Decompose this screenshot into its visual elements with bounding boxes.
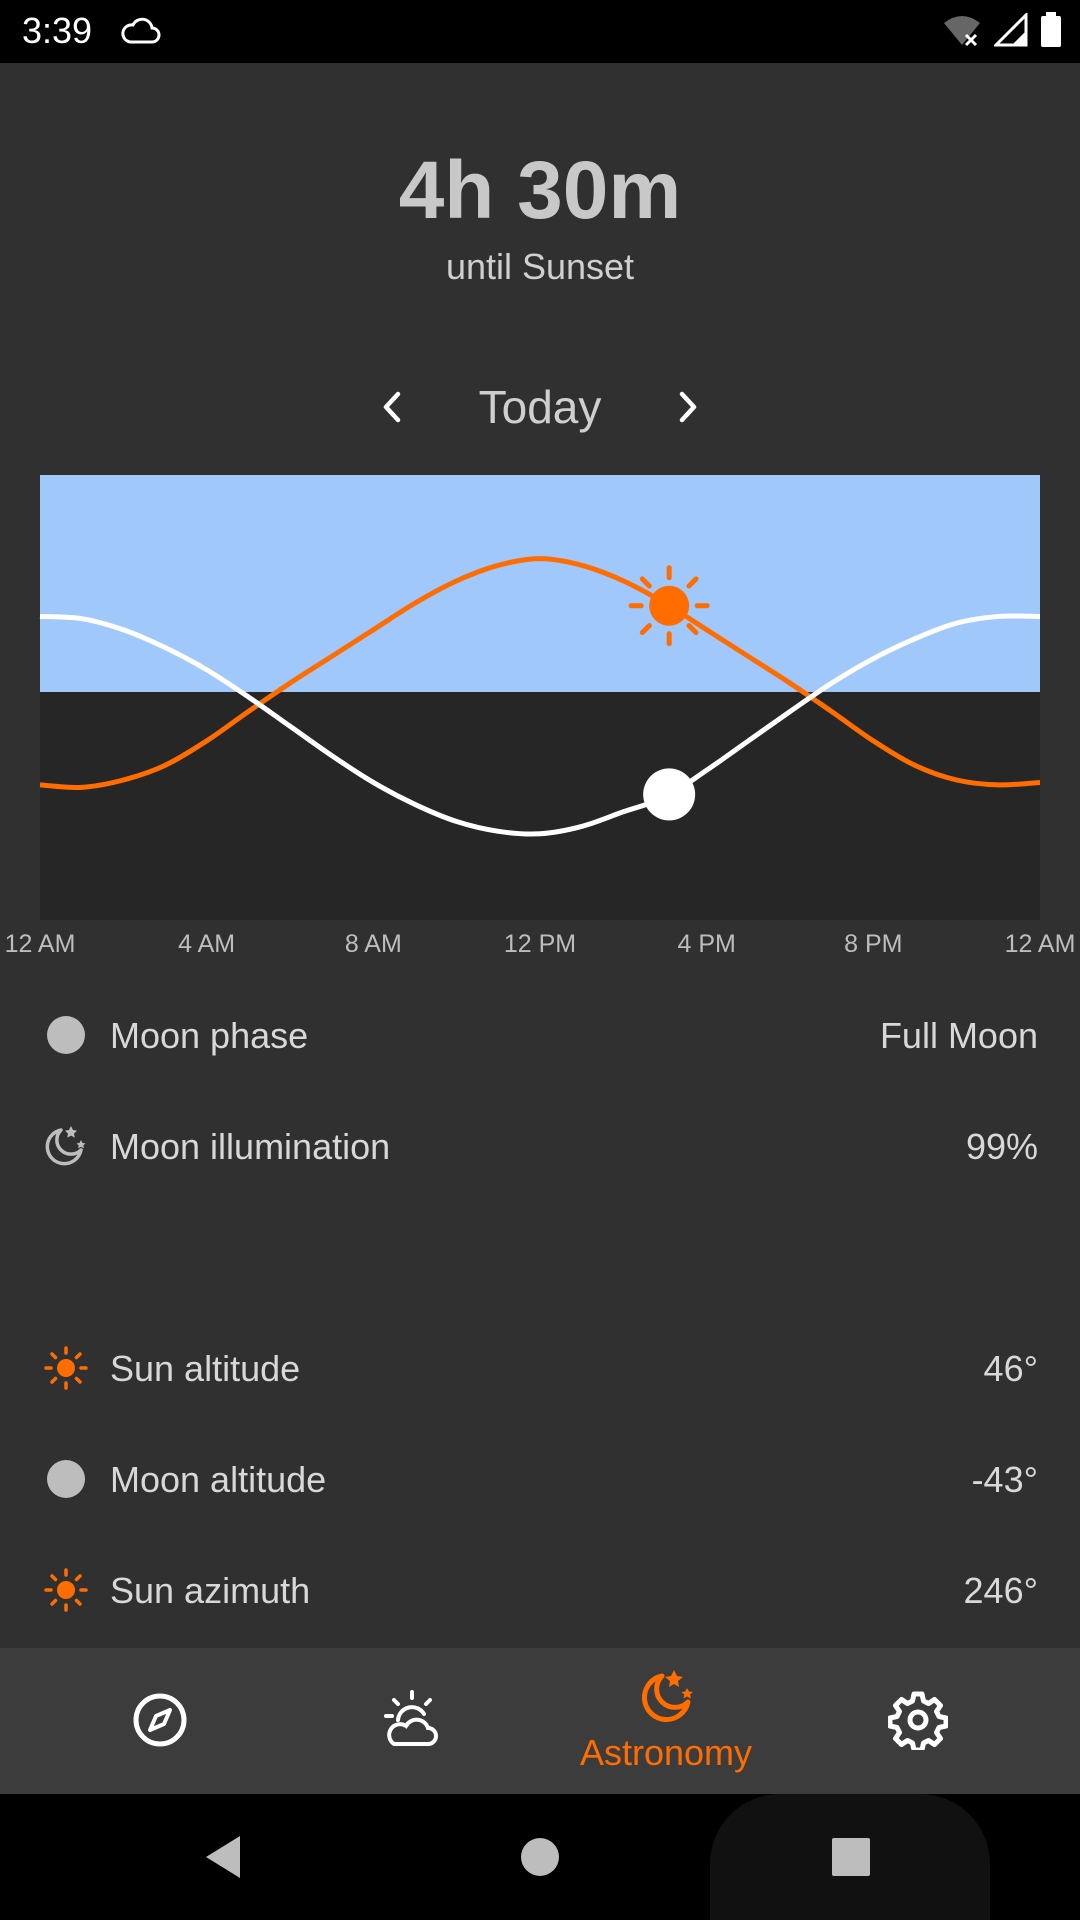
x-tick-label: 12 AM: [1004, 930, 1076, 958]
wifi-off-icon: [944, 16, 980, 47]
day-label: Today: [478, 381, 602, 433]
info-row-value: 46°: [983, 1348, 1038, 1389]
signal-icon: [994, 13, 1028, 47]
astronomy-icon: [641, 1670, 693, 1723]
info-row-value: 246°: [963, 1570, 1038, 1611]
info-row: Moon altitude -43°: [0, 1429, 1080, 1529]
info-row-value: -43°: [971, 1459, 1038, 1500]
info-row: Sun azimuth 246°: [0, 1540, 1080, 1640]
x-tick-label: 4 AM: [178, 930, 236, 958]
x-tick-label: 12 PM: [503, 930, 577, 958]
compass-icon: [133, 1693, 187, 1747]
x-tick-label: 12 AM: [4, 930, 76, 958]
system-status-icons: [942, 12, 1062, 48]
info-row-label: Moon phase: [110, 1015, 309, 1056]
sunset-countdown: 4h 30m until Sunset: [0, 150, 1080, 288]
nav-settings[interactable]: [783, 1648, 1053, 1794]
x-tick-label: 8 PM: [844, 930, 903, 958]
recents-button[interactable]: [830, 1836, 872, 1878]
next-day-button[interactable]: [666, 382, 710, 432]
status-bar: 3:39: [0, 0, 1080, 63]
moon-stars-icon: [45, 1126, 86, 1166]
x-tick-label: 4 PM: [677, 930, 736, 958]
info-row-label: Moon altitude: [110, 1459, 327, 1500]
nav-astronomy-label: Astronomy: [579, 1732, 753, 1773]
system-navigation-bar: [0, 1794, 1080, 1920]
nav-astronomy[interactable]: Astronomy: [531, 1648, 801, 1794]
nav-weather[interactable]: [277, 1648, 547, 1794]
home-button[interactable]: [518, 1835, 562, 1879]
sun-position-marker: [649, 585, 690, 626]
x-tick-label: 8 AM: [344, 930, 402, 958]
settings-icon: [888, 1691, 948, 1750]
cloud-icon: [121, 17, 161, 44]
weather-icon: [384, 1690, 438, 1746]
info-row: Moon illumination 99%: [0, 1096, 1080, 1196]
sun-moon-altitude-chart: [39, 475, 1041, 920]
day-navigator: Today: [0, 372, 1080, 442]
info-row-value: Full Moon: [879, 1015, 1038, 1056]
moon-position-marker: [643, 768, 696, 821]
countdown-subtitle: until Sunset: [445, 246, 635, 287]
back-button[interactable]: [200, 1832, 250, 1882]
sun-icon: [44, 1346, 88, 1390]
moon-phase-icon: [47, 1016, 85, 1054]
info-row-label: Moon illumination: [110, 1126, 391, 1167]
night-sky-band: [40, 692, 1040, 920]
info-row-value: 99%: [965, 1126, 1038, 1167]
bottom-navigation: Astronomy: [0, 1648, 1080, 1794]
moon-phase-icon: [47, 1460, 85, 1498]
info-row: Sun altitude 46°: [0, 1318, 1080, 1418]
sun-icon: [44, 1568, 88, 1612]
countdown-value: 4h 30m: [398, 145, 682, 236]
nav-compass[interactable]: [25, 1648, 295, 1794]
battery-icon: [1041, 12, 1061, 47]
info-row-label: Sun altitude: [110, 1348, 301, 1389]
info-row: Moon phase Full Moon: [0, 985, 1080, 1085]
status-time: 3:39: [22, 10, 93, 51]
info-row-label: Sun azimuth: [110, 1570, 311, 1611]
